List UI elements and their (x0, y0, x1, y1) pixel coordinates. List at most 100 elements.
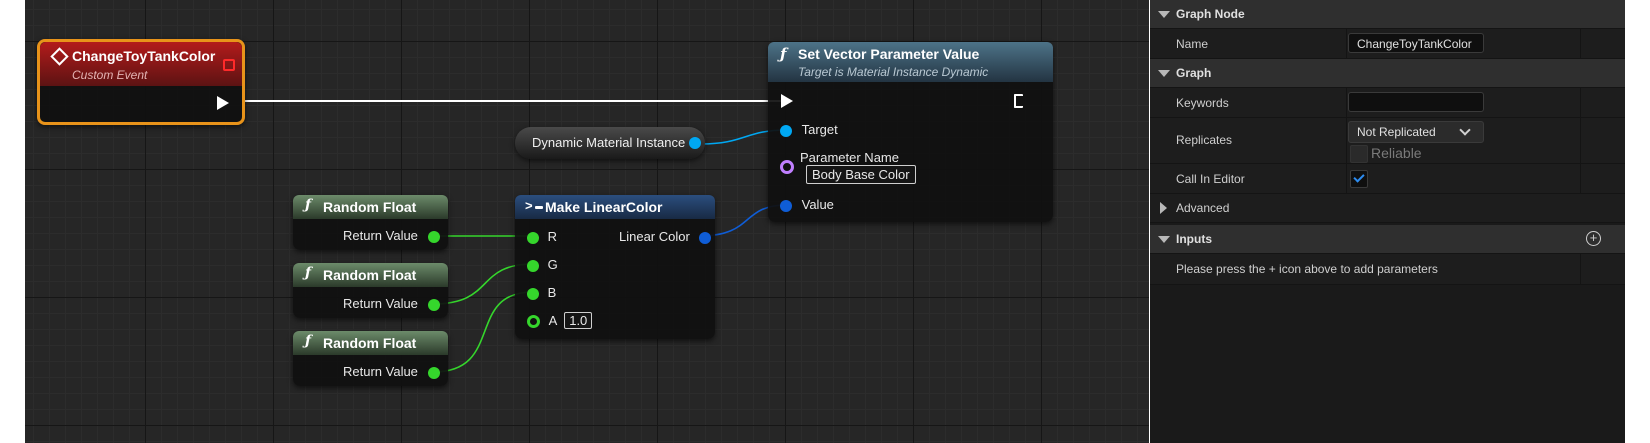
inputs-hint-text: Please press the + icon above to add par… (1176, 262, 1438, 276)
function-icon: ƒ (305, 333, 312, 349)
exec-input-pin[interactable] (781, 94, 793, 108)
call-in-editor-checkbox[interactable] (1350, 170, 1368, 188)
event-diamond-icon (50, 47, 69, 66)
column-divider (1346, 29, 1347, 58)
float-pin-icon (427, 298, 440, 311)
make-linear-color-header: > Make LinearColor (515, 195, 715, 219)
graph-section-header[interactable]: Graph (1150, 59, 1625, 88)
call-in-editor-label: Call In Editor (1176, 172, 1245, 186)
linear-color-output-pin[interactable]: Linear Color (619, 229, 712, 244)
collapse-arrow-icon (1158, 70, 1170, 77)
name-label: Name (1176, 37, 1209, 51)
name-row: Name ChangeToyTankColor (1150, 29, 1625, 59)
value-pin[interactable]: Value (780, 197, 834, 212)
delegate-pin-icon[interactable] (223, 59, 235, 71)
return-value-label: Return Value (343, 228, 418, 243)
advanced-section-label: Advanced (1176, 201, 1230, 215)
random-float-header: ƒ Random Float (293, 263, 448, 287)
set-vector-header: ƒ Set Vector Parameter Value Target is M… (768, 42, 1053, 82)
set-vector-parameter-node[interactable]: ƒ Set Vector Parameter Value Target is M… (768, 42, 1053, 222)
float-pin-icon (427, 366, 440, 379)
column-divider (1580, 29, 1581, 58)
variable-label: Dynamic Material Instance (532, 135, 686, 150)
custom-event-node[interactable]: ChangeToyTankColor Custom Event (37, 39, 245, 125)
keywords-input[interactable] (1348, 92, 1484, 112)
add-parameter-icon[interactable]: + (1586, 231, 1601, 246)
value-pin-label: Value (801, 197, 834, 212)
return-value-pin[interactable]: Return Value (343, 364, 440, 379)
column-divider (1580, 88, 1581, 117)
return-value-label: Return Value (343, 296, 418, 311)
float-unconnected-pin-icon (527, 315, 540, 329)
b-pin-label: B (547, 285, 557, 300)
exec-output-pin[interactable] (217, 96, 229, 110)
advanced-section-header[interactable]: Advanced (1150, 194, 1625, 223)
collapse-arrow-icon (1158, 11, 1170, 18)
a-pin[interactable]: A 1.0 (527, 312, 593, 329)
float-pin-icon (527, 259, 539, 272)
random-float-node-2[interactable]: ƒ Random Float Return Value (293, 263, 448, 318)
blueprint-graph-canvas[interactable]: ChangeToyTankColor Custom Event ƒ Set Ve… (25, 0, 1149, 443)
object-pin-icon (780, 124, 792, 137)
a-pin-label: A (548, 313, 557, 328)
event-node-title: ChangeToyTankColor (72, 48, 216, 64)
column-divider (1580, 254, 1581, 284)
replicates-row: Replicates Not Replicated Reliable (1150, 118, 1625, 164)
replicates-label: Replicates (1176, 133, 1233, 147)
g-pin-label: G (547, 257, 558, 272)
dynamic-material-instance-node[interactable]: Dynamic Material Instance (515, 127, 705, 159)
graph-node-section-label: Graph Node (1176, 7, 1245, 21)
a-value-field[interactable]: 1.0 (564, 312, 593, 329)
float-pin-icon (527, 287, 539, 300)
return-value-pin[interactable]: Return Value (343, 228, 440, 243)
column-divider (1580, 118, 1581, 163)
checkmark-icon (1353, 171, 1365, 183)
r-pin-label: R (547, 229, 558, 244)
struct-pin-icon (780, 199, 792, 212)
graph-node-section-header[interactable]: Graph Node (1150, 0, 1625, 29)
reliable-label: Reliable (1371, 145, 1422, 161)
random-float-header: ƒ Random Float (293, 331, 448, 355)
name-input[interactable]: ChangeToyTankColor (1348, 33, 1484, 53)
inputs-section-header[interactable]: Inputs + (1150, 225, 1625, 254)
b-pin[interactable]: B (527, 285, 556, 300)
float-pin-icon (527, 231, 539, 244)
graph-section-label: Graph (1176, 66, 1212, 80)
reliable-checkbox[interactable] (1350, 145, 1368, 163)
inputs-section-label: Inputs (1176, 232, 1212, 246)
random-float-title: Random Float (323, 199, 417, 215)
replicates-dropdown[interactable]: Not Replicated (1348, 121, 1484, 143)
random-float-node-3[interactable]: ƒ Random Float Return Value (293, 331, 448, 386)
panel-empty-area (1150, 285, 1625, 443)
return-value-pin[interactable]: Return Value (343, 296, 440, 311)
parameter-name-value-field[interactable]: Body Base Color (806, 165, 916, 184)
make-struct-bar-icon (535, 206, 543, 209)
details-panel: Graph Node Name ChangeToyTankColor Graph… (1150, 0, 1625, 443)
parameter-name-pin[interactable]: Parameter Name (780, 150, 899, 174)
return-value-label: Return Value (343, 364, 418, 379)
collapse-arrow-icon (1158, 236, 1170, 243)
linear-color-label: Linear Color (619, 229, 690, 244)
random-float-title: Random Float (323, 267, 417, 283)
custom-event-header: ChangeToyTankColor Custom Event (40, 42, 242, 86)
inputs-hint-row: Please press the + icon above to add par… (1150, 254, 1625, 285)
target-pin-label: Target (801, 122, 838, 137)
random-float-node-1[interactable]: ƒ Random Float Return Value (293, 195, 448, 250)
name-pin-icon (780, 160, 794, 174)
function-icon: ƒ (780, 45, 787, 63)
exec-output-arrow-icon (1016, 93, 1025, 109)
float-pin-icon (427, 230, 440, 243)
r-pin[interactable]: R (527, 229, 557, 244)
random-float-header: ƒ Random Float (293, 195, 448, 219)
make-linear-color-node[interactable]: > Make LinearColor R G B A 1.0 Linear Co… (515, 195, 715, 339)
function-icon: ƒ (305, 197, 312, 213)
object-output-pin[interactable] (689, 137, 701, 149)
make-linear-color-title: Make LinearColor (545, 199, 663, 215)
column-divider (1346, 88, 1347, 117)
set-vector-title: Set Vector Parameter Value (798, 46, 980, 62)
target-pin[interactable]: Target (780, 122, 838, 137)
keywords-row: Keywords (1150, 88, 1625, 118)
g-pin[interactable]: G (527, 257, 558, 272)
keywords-label: Keywords (1176, 96, 1229, 110)
chevron-down-icon (1459, 124, 1471, 136)
